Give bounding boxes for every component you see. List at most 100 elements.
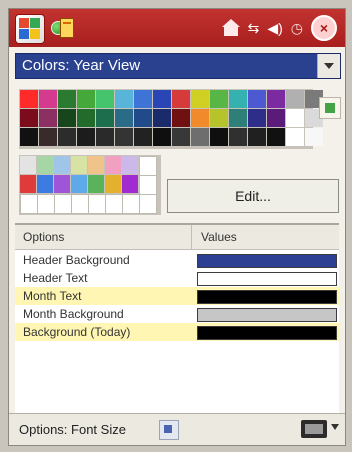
option-value-swatch[interactable]: [197, 326, 337, 340]
edit-button[interactable]: Edit...: [167, 179, 339, 213]
color-swatch[interactable]: [248, 90, 266, 108]
color-swatch[interactable]: [77, 109, 95, 127]
color-swatch[interactable]: [20, 109, 38, 127]
color-swatch[interactable]: [210, 128, 228, 146]
color-swatch[interactable]: [115, 128, 133, 146]
recent-color-swatch[interactable]: [88, 156, 104, 174]
color-swatch[interactable]: [77, 128, 95, 146]
close-icon[interactable]: ×: [311, 15, 337, 41]
color-swatch[interactable]: [210, 109, 228, 127]
view-dropdown[interactable]: Colors: Year View: [15, 53, 341, 79]
recent-color-swatch[interactable]: [20, 175, 36, 193]
recent-color-swatch[interactable]: [37, 175, 53, 193]
color-swatch[interactable]: [305, 128, 323, 146]
recent-color-swatch[interactable]: [71, 175, 87, 193]
color-swatch[interactable]: [153, 90, 171, 108]
chevron-down-icon[interactable]: [331, 424, 339, 430]
recent-color-swatch[interactable]: [139, 175, 157, 195]
color-swatch[interactable]: [248, 109, 266, 127]
recent-color-swatch[interactable]: [122, 175, 138, 193]
recent-color-swatch[interactable]: [88, 194, 106, 214]
color-swatch[interactable]: [39, 128, 57, 146]
font-size-selector[interactable]: [159, 420, 179, 440]
option-label: Background (Today): [23, 325, 131, 339]
color-swatch[interactable]: [172, 90, 190, 108]
color-swatch[interactable]: [134, 128, 152, 146]
home-icon[interactable]: [221, 19, 240, 37]
recent-color-swatch[interactable]: [139, 156, 157, 176]
recent-color-swatch[interactable]: [71, 194, 89, 214]
color-swatch[interactable]: [172, 128, 190, 146]
color-swatch[interactable]: [115, 90, 133, 108]
bottom-bar: Options: Font Size: [9, 413, 345, 445]
color-swatch[interactable]: [58, 128, 76, 146]
color-swatch[interactable]: [96, 128, 114, 146]
color-swatch[interactable]: [134, 90, 152, 108]
color-swatch[interactable]: [229, 128, 247, 146]
recent-color-swatch[interactable]: [105, 175, 121, 193]
color-swatch[interactable]: [267, 109, 285, 127]
color-swatch[interactable]: [229, 109, 247, 127]
values-column-header: Values: [201, 230, 237, 244]
recent-color-swatch[interactable]: [88, 175, 104, 193]
color-swatch[interactable]: [115, 109, 133, 127]
recent-color-swatch[interactable]: [139, 194, 157, 214]
table-row[interactable]: Month Background: [15, 305, 339, 323]
color-swatch[interactable]: [286, 90, 304, 108]
color-swatch[interactable]: [248, 128, 266, 146]
color-swatch[interactable]: [58, 109, 76, 127]
color-swatch[interactable]: [153, 128, 171, 146]
table-row[interactable]: Header Text: [15, 269, 339, 287]
recent-colors-palette: [19, 155, 161, 215]
recent-color-swatch[interactable]: [122, 156, 138, 174]
color-swatch[interactable]: [191, 109, 209, 127]
recent-color-swatch[interactable]: [54, 175, 70, 193]
color-swatch[interactable]: [58, 90, 76, 108]
color-swatch[interactable]: [286, 128, 304, 146]
recent-color-swatch[interactable]: [54, 156, 70, 174]
color-swatch[interactable]: [172, 109, 190, 127]
color-swatch[interactable]: [77, 90, 95, 108]
color-swatch[interactable]: [267, 90, 285, 108]
table-row[interactable]: Background (Today): [15, 323, 339, 341]
recent-color-swatch[interactable]: [54, 194, 72, 214]
color-swatch[interactable]: [286, 109, 304, 127]
color-swatch[interactable]: [96, 90, 114, 108]
document-icon: [60, 18, 74, 38]
recent-color-swatch[interactable]: [37, 156, 53, 174]
start-icon-quadrant: [30, 29, 40, 39]
color-swatch[interactable]: [191, 128, 209, 146]
color-palette: [19, 89, 323, 149]
color-swatch[interactable]: [39, 109, 57, 127]
color-swatch[interactable]: [39, 90, 57, 108]
network-icon[interactable]: ⇆: [248, 16, 260, 40]
table-row[interactable]: Header Background: [15, 251, 339, 269]
color-swatch[interactable]: [134, 109, 152, 127]
color-swatch[interactable]: [20, 90, 38, 108]
color-swatch[interactable]: [20, 128, 38, 146]
chevron-down-icon[interactable]: [317, 54, 340, 78]
color-swatch[interactable]: [229, 90, 247, 108]
recent-color-swatch[interactable]: [105, 194, 123, 214]
option-value-swatch[interactable]: [197, 290, 337, 304]
option-value-swatch[interactable]: [197, 272, 337, 286]
color-swatch[interactable]: [191, 90, 209, 108]
keyboard-icon[interactable]: [301, 420, 327, 438]
table-row[interactable]: Month Text: [15, 287, 339, 305]
windows-start-icon[interactable]: [15, 14, 45, 44]
recent-color-swatch[interactable]: [20, 194, 38, 214]
color-swatch[interactable]: [153, 109, 171, 127]
option-value-swatch[interactable]: [197, 308, 337, 322]
palette-add-icon[interactable]: [319, 97, 341, 119]
recent-color-swatch[interactable]: [105, 156, 121, 174]
recent-color-swatch[interactable]: [37, 194, 55, 214]
color-swatch[interactable]: [210, 90, 228, 108]
recent-color-swatch[interactable]: [71, 156, 87, 174]
recent-color-swatch[interactable]: [20, 156, 36, 174]
option-value-swatch[interactable]: [197, 254, 337, 268]
color-swatch[interactable]: [96, 109, 114, 127]
volume-icon[interactable]: ◀): [267, 16, 282, 40]
clock-icon[interactable]: ◷: [291, 16, 303, 40]
recent-color-swatch[interactable]: [122, 194, 140, 214]
color-swatch[interactable]: [267, 128, 285, 146]
